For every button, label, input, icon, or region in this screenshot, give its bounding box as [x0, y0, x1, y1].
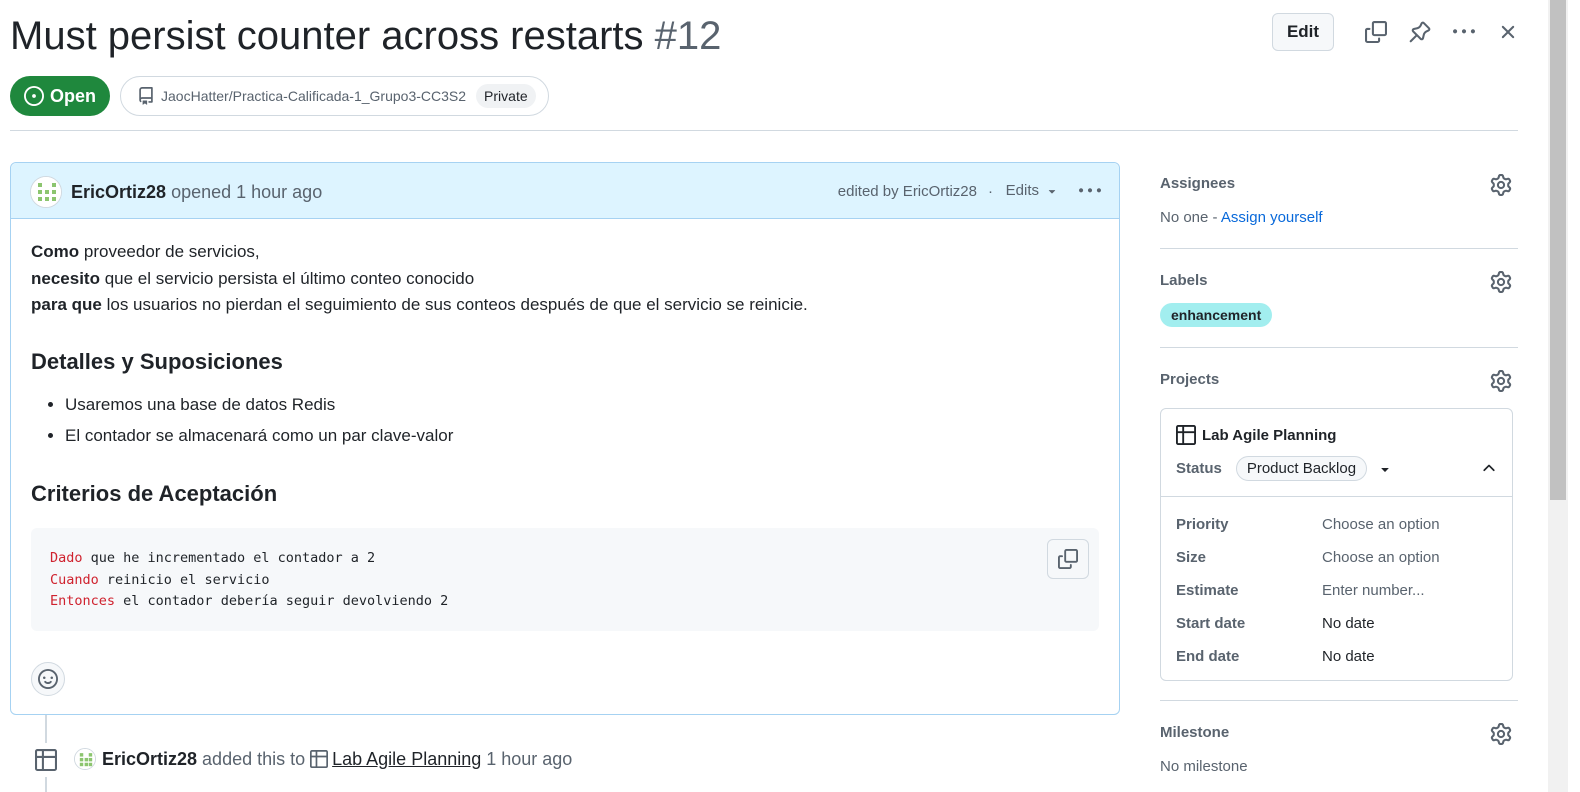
triangle-down-icon — [1048, 189, 1056, 194]
timeline-author[interactable]: EricOrtiz28 — [102, 749, 197, 770]
visibility-badge: Private — [476, 84, 536, 108]
field-key: Estimate — [1176, 582, 1239, 599]
projects-title: Projects — [1160, 371, 1220, 388]
milestone-gear-icon[interactable] — [1490, 723, 1512, 745]
timeline-project-link[interactable]: Lab Agile Planning — [332, 749, 481, 770]
repo-name: JaocHatter/Practica-Calificada-1_Grupo3-… — [161, 88, 467, 104]
comment-options-icon[interactable] — [1075, 177, 1105, 205]
timeline-action: added this to — [202, 748, 306, 769]
assignees-gear-icon[interactable] — [1490, 174, 1512, 196]
close-icon[interactable] — [1486, 13, 1530, 51]
comment-header: EricOrtiz28 opened 1 hour ago edited by … — [11, 163, 1119, 219]
header-actions: Edit — [1272, 12, 1530, 52]
project-name-row[interactable]: Lab Agile Planning — [1176, 425, 1336, 445]
issue-title: Must persist counter across restarts #12 — [10, 14, 721, 59]
project-card: Lab Agile Planning Status Product Backlo… — [1160, 408, 1513, 681]
scrollbar-thumb[interactable] — [1550, 0, 1566, 500]
edits-dropdown[interactable]: Edits — [1006, 182, 1059, 199]
sidebar-divider — [1160, 347, 1518, 348]
project-fields: Priority Choose an option Size Choose an… — [1161, 496, 1512, 665]
project-status-row: Status Product Backlog — [1176, 456, 1393, 481]
labels-gear-icon[interactable] — [1490, 271, 1512, 293]
copy-link-icon[interactable] — [1354, 13, 1398, 51]
assign-yourself-link[interactable]: Assign yourself — [1221, 209, 1323, 226]
field-value: Choose an option — [1322, 549, 1440, 566]
assignees-value: No one - Assign yourself — [1160, 209, 1323, 226]
timeline-time: 1 hour ago — [486, 748, 573, 769]
repo-icon — [139, 87, 153, 105]
milestone-value: No milestone — [1160, 758, 1248, 775]
chevron-up-icon[interactable] — [1480, 459, 1498, 477]
issue-title-text: Must persist counter across restarts — [10, 14, 644, 58]
code-content: Dado que he incrementado el contador a 2… — [50, 550, 449, 609]
assumptions-list: Usaremos una base de datos Redis El cont… — [65, 389, 1101, 451]
avatar[interactable] — [30, 176, 62, 208]
issue-body-comment: EricOrtiz28 opened 1 hour ago edited by … — [10, 162, 1120, 715]
section-heading: Criterios de Aceptación — [31, 480, 278, 506]
issue-meta: Open JaocHatter/Practica-Calificada-1_Gr… — [10, 76, 549, 116]
pin-icon[interactable] — [1398, 13, 1442, 51]
field-value: No date — [1322, 648, 1375, 665]
list-item: Usaremos una base de datos Redis — [65, 389, 1101, 420]
code-block: Dado que he incrementado el contador a 2… — [31, 528, 1099, 631]
field-key: Start date — [1176, 615, 1246, 632]
label-enhancement[interactable]: enhancement — [1160, 303, 1273, 327]
header-divider — [10, 130, 1518, 131]
field-key: Size — [1176, 549, 1207, 566]
timeline-event: EricOrtiz28 added this to Lab Agile Plan… — [74, 748, 572, 770]
comment-author[interactable]: EricOrtiz28 — [71, 182, 166, 202]
comment-body: Como proveedor de servicios, necesito qu… — [31, 239, 1101, 507]
project-table-icon — [1176, 425, 1196, 445]
edit-button[interactable]: Edit — [1272, 13, 1334, 51]
field-value: No date — [1322, 615, 1375, 632]
project-table-icon — [29, 743, 63, 777]
edits-label: Edits — [1005, 182, 1039, 199]
field-key: Priority — [1176, 516, 1229, 533]
triangle-down-icon[interactable] — [1377, 461, 1393, 477]
projects-gear-icon[interactable] — [1490, 370, 1512, 392]
field-value: Choose an option — [1322, 516, 1440, 533]
smiley-icon — [38, 669, 58, 689]
sidebar-divider — [1160, 248, 1518, 249]
story-line: Como proveedor de servicios, — [31, 242, 260, 261]
story-line: para que los usuarios no pierdan el segu… — [31, 295, 808, 314]
labels-title: Labels — [1160, 272, 1208, 289]
comment-action: opened 1 hour ago — [171, 182, 323, 202]
story-line: necesito que el servicio persista el últ… — [31, 268, 475, 288]
copy-icon — [1058, 549, 1078, 569]
repo-link[interactable]: JaocHatter/Practica-Calificada-1_Grupo3-… — [120, 76, 549, 116]
issue-number: #12 — [654, 14, 722, 58]
status-label: Open — [50, 85, 97, 106]
project-table-icon — [310, 750, 329, 768]
add-reaction-button[interactable] — [31, 662, 65, 696]
status-value[interactable]: Product Backlog — [1235, 456, 1368, 481]
sidebar-divider — [1160, 700, 1518, 701]
project-name: Lab Agile Planning — [1202, 426, 1337, 444]
issue-opened-icon — [24, 86, 44, 106]
section-heading: Detalles y Suposiciones — [31, 348, 283, 374]
more-options-icon[interactable] — [1442, 13, 1486, 51]
field-value: Enter number... — [1322, 582, 1425, 599]
assignees-none: No one - — [1160, 209, 1218, 226]
comment-author-line: EricOrtiz28 opened 1 hour ago — [71, 182, 322, 203]
status-key: Status — [1176, 460, 1222, 477]
milestone-title: Milestone — [1160, 724, 1230, 741]
field-key: End date — [1176, 648, 1240, 665]
issue-header: Must persist counter across restarts #12… — [10, 12, 1530, 68]
edited-by: edited by EricOrtiz28 — [837, 183, 977, 200]
user-story: Como proveedor de servicios, necesito qu… — [31, 239, 1101, 319]
avatar[interactable] — [74, 748, 96, 770]
edited-separator: · — [988, 183, 993, 200]
assignees-title: Assignees — [1160, 175, 1236, 192]
status-badge: Open — [10, 76, 111, 116]
list-item: El contador se almacenará como un par cl… — [65, 420, 1101, 451]
copy-code-button[interactable] — [1047, 539, 1089, 579]
